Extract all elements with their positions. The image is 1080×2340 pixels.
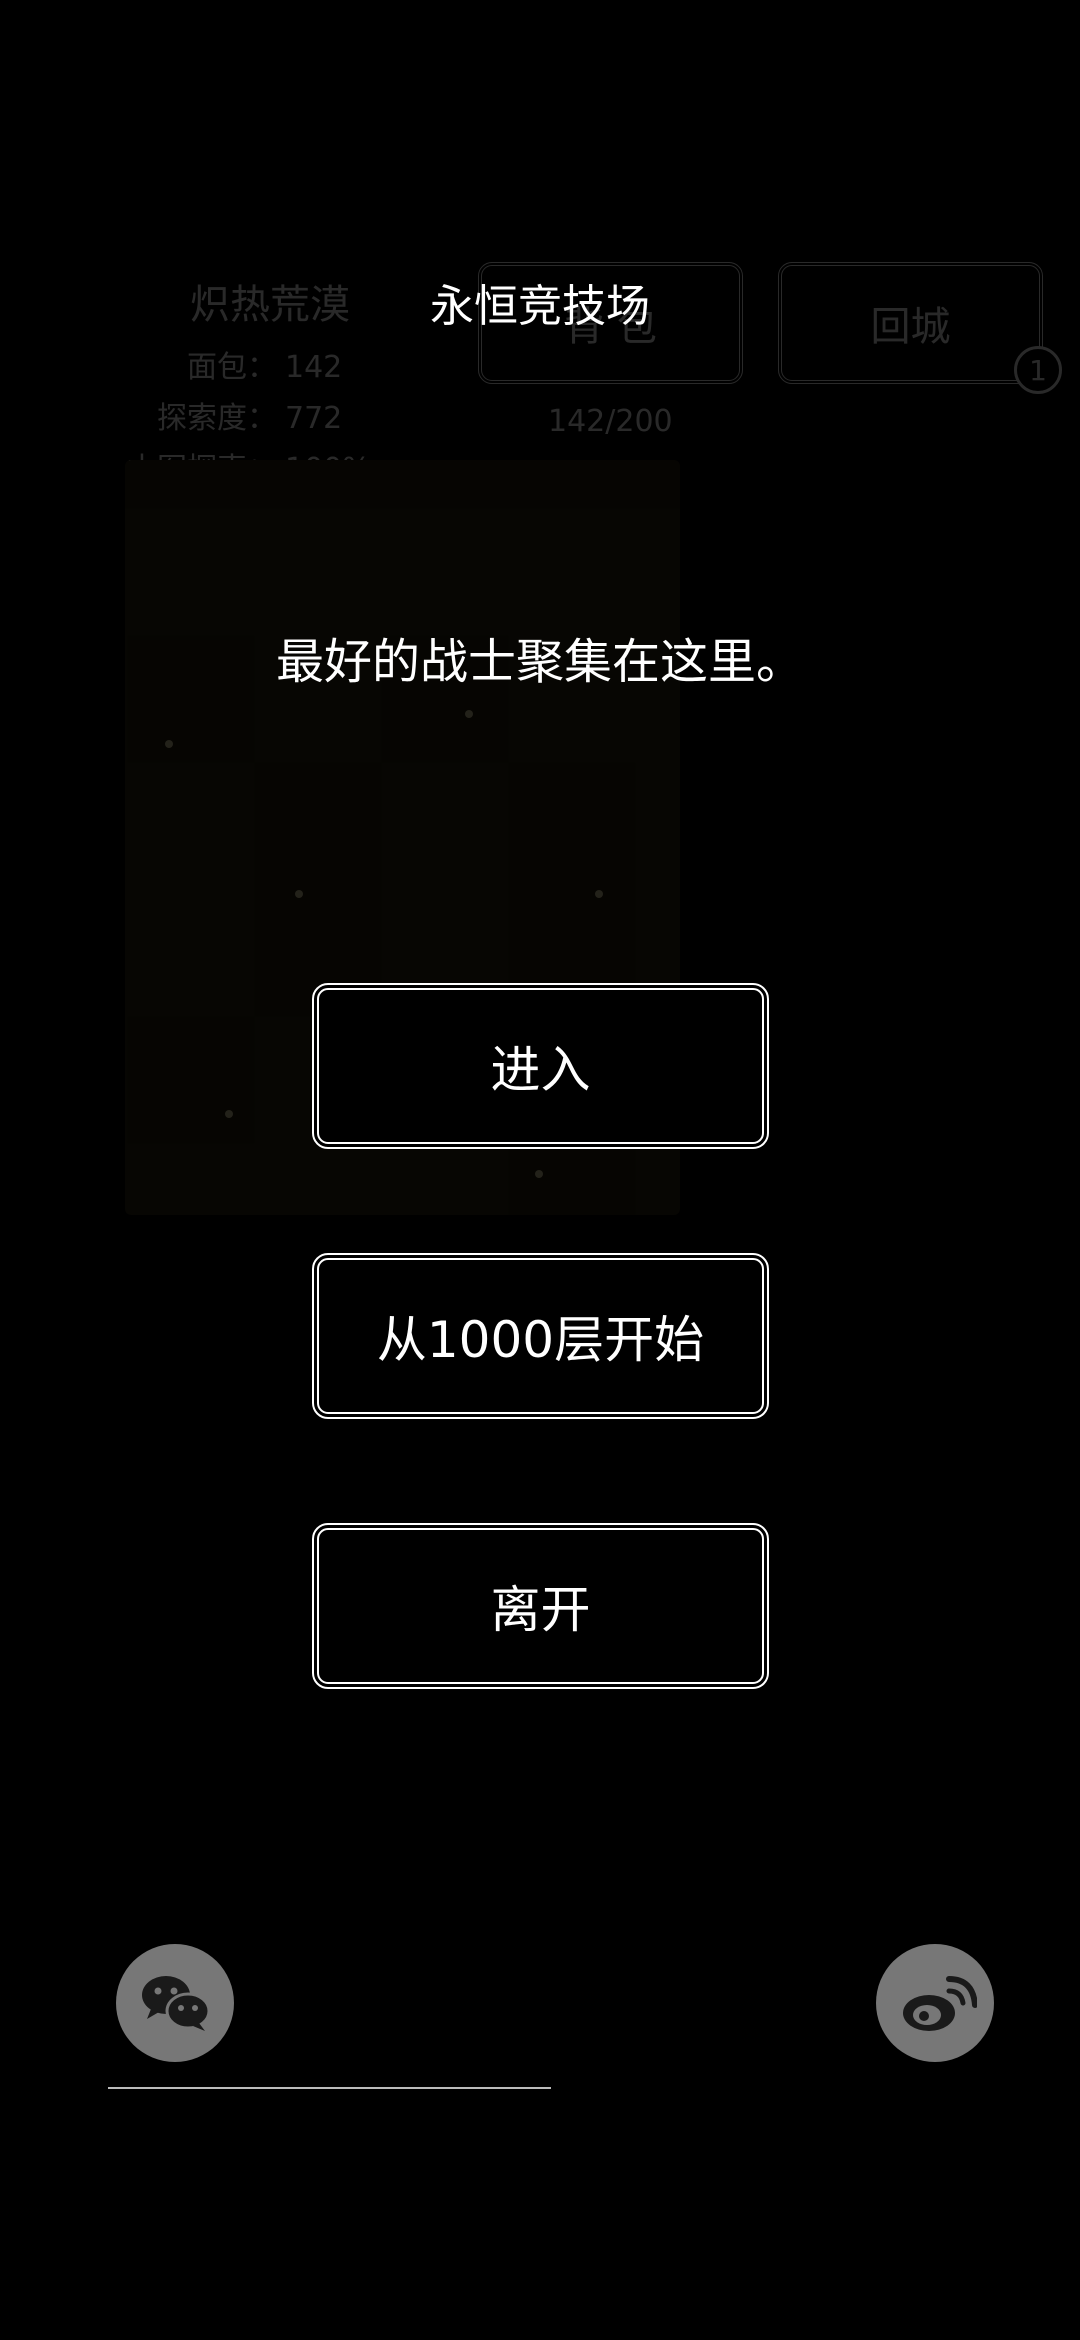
start-from-1000-button[interactable]: 从1000层开始 xyxy=(312,1253,769,1419)
map-dot xyxy=(595,890,603,898)
divider-line xyxy=(108,2087,551,2089)
leave-button[interactable]: 离开 xyxy=(312,1523,769,1689)
stat-label: 面包： xyxy=(187,350,277,385)
location-name: 炽热荒漠 xyxy=(190,282,350,328)
stat-value: 142 xyxy=(285,350,343,385)
map-dot xyxy=(225,1110,233,1118)
stat-value: 772 xyxy=(285,401,343,436)
weibo-share-button[interactable] xyxy=(876,1944,994,2062)
dialog-title: 永恒竞技场 xyxy=(430,281,650,332)
return-town-button: 回城 xyxy=(778,262,1043,384)
wechat-icon xyxy=(142,1976,211,2031)
map-dot xyxy=(295,890,303,898)
map-dot xyxy=(535,1170,543,1178)
map-dot xyxy=(465,710,473,718)
map-dot xyxy=(165,740,173,748)
wechat-share-button[interactable] xyxy=(116,1944,234,2062)
town-badge: 1 xyxy=(1014,346,1062,394)
stat-label: 探索度： xyxy=(157,401,277,436)
stat-row-bread: 面包： 142 xyxy=(110,342,380,393)
dialog-message: 最好的战士聚集在这里。 xyxy=(275,634,804,690)
bag-capacity: 142/200 xyxy=(548,404,673,439)
enter-button[interactable]: 进入 xyxy=(312,983,769,1149)
weibo-icon xyxy=(903,1976,977,2031)
stat-row-exploration: 探索度： 772 xyxy=(110,393,380,444)
